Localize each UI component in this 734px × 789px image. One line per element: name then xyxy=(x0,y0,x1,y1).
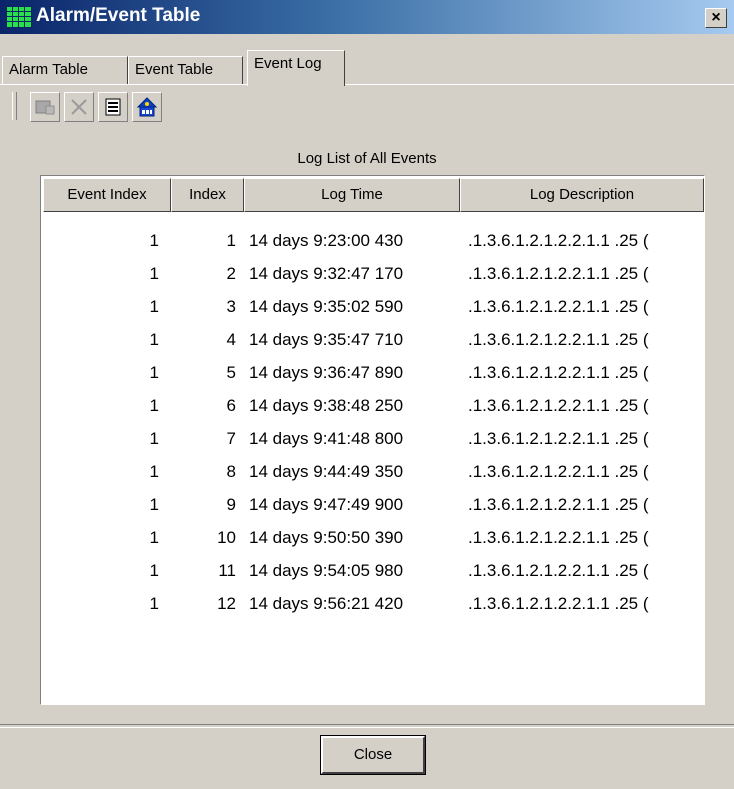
cell-event-index: 1 xyxy=(149,396,159,415)
cell-log-description: .1.3.6.1.2.1.2.2.1.1 .25 ( xyxy=(468,297,649,316)
table-row[interactable]: 1 2 14 days 9:32:47 170 .1.3.6.1.2.1.2.2.1.… xyxy=(43,257,704,290)
table-row[interactable]: 1 1 14 days 9:23:00 430 .1.3.6.1.2.1.2.2.1.… xyxy=(43,224,704,257)
cell-index: 4 xyxy=(226,330,236,349)
cell-index: 11 xyxy=(218,561,236,580)
cell-event-index: 1 xyxy=(149,363,159,382)
table-row[interactable]: 1 3 14 days 9:35:02 590 .1.3.6.1.2.1.2.2.1.… xyxy=(43,290,704,323)
cell-log-time: 14 days 9:44:49 350 xyxy=(249,462,404,481)
alarm-event-window: Alarm/Event Table × Alarm Table Event Ta… xyxy=(0,0,734,789)
column-header-log-description[interactable]: Log Description xyxy=(460,178,704,212)
table-row[interactable]: 1 4 14 days 9:35:47 710 .1.3.6.1.2.1.2.2.1.… xyxy=(43,323,704,356)
column-header-log-time[interactable]: Log Time xyxy=(244,178,460,212)
cell-log-time: 14 days 9:35:02 590 xyxy=(249,297,404,316)
table-row[interactable]: 1 10 14 days 9:50:50 390 .1.3.6.1.2.1.2.2.1… xyxy=(43,521,704,554)
close-icon: × xyxy=(711,9,721,26)
cell-log-description: .1.3.6.1.2.1.2.2.1.1 .25 ( xyxy=(468,561,649,580)
tab-event-table[interactable]: Event Table xyxy=(128,56,243,84)
cell-event-index: 1 xyxy=(149,429,159,448)
tab-label: Event Log xyxy=(254,55,322,72)
cell-event-index: 1 xyxy=(149,495,159,514)
cell-log-description: .1.3.6.1.2.1.2.2.1.1 .25 ( xyxy=(468,429,649,448)
close-button[interactable]: Close xyxy=(320,735,426,775)
cell-index: 1 xyxy=(226,231,236,250)
cell-index: 5 xyxy=(226,363,236,382)
cell-log-time: 14 days 9:56:21 420 xyxy=(249,594,404,613)
cell-log-description: .1.3.6.1.2.1.2.2.1.1 .25 ( xyxy=(468,363,649,382)
cell-event-index: 1 xyxy=(149,264,159,283)
cell-index: 10 xyxy=(217,528,236,547)
cell-log-time: 14 days 9:32:47 170 xyxy=(249,264,404,283)
cell-log-time: 14 days 9:36:47 890 xyxy=(249,363,404,382)
tab-label: Event Table xyxy=(135,61,214,78)
event-log-table: Event Index Index Log Time Log Descripti… xyxy=(40,175,705,705)
cell-log-description: .1.3.6.1.2.1.2.2.1.1 .25 ( xyxy=(468,264,649,283)
cell-event-index: 1 xyxy=(149,594,159,613)
window-title: Alarm/Event Table xyxy=(36,5,201,26)
tab-strip: Alarm Table Event Table Event Log xyxy=(0,34,734,86)
table-header: Event Index Index Log Time Log Descripti… xyxy=(43,178,704,212)
column-header-index[interactable]: Index xyxy=(171,178,244,212)
details-button[interactable] xyxy=(98,92,128,122)
edit-entry-icon xyxy=(35,100,55,115)
cell-log-time: 14 days 9:35:47 710 xyxy=(249,330,404,349)
cell-log-description: .1.3.6.1.2.1.2.2.1.1 .25 ( xyxy=(468,528,649,547)
cell-index: 3 xyxy=(226,297,236,316)
cell-event-index: 1 xyxy=(149,561,159,580)
cell-log-time: 14 days 9:54:05 980 xyxy=(249,561,404,580)
cell-log-time: 14 days 9:23:00 430 xyxy=(249,231,404,250)
details-list-icon xyxy=(105,98,121,116)
tab-panel-border xyxy=(0,84,734,85)
table-row[interactable]: 1 8 14 days 9:44:49 350 .1.3.6.1.2.1.2.2.1.… xyxy=(43,455,704,488)
cell-log-description: .1.3.6.1.2.1.2.2.1.1 .25 ( xyxy=(468,396,649,415)
cell-index: 8 xyxy=(226,462,236,481)
tab-label: Alarm Table xyxy=(9,61,88,78)
cell-log-time: 14 days 9:50:50 390 xyxy=(249,528,404,547)
cell-log-description: .1.3.6.1.2.1.2.2.1.1 .25 ( xyxy=(468,462,649,481)
close-window-button[interactable]: × xyxy=(705,8,727,28)
cell-log-time: 14 days 9:38:48 250 xyxy=(249,396,404,415)
cell-log-description: .1.3.6.1.2.1.2.2.1.1 .25 ( xyxy=(468,330,649,349)
cell-log-description: .1.3.6.1.2.1.2.2.1.1 .25 ( xyxy=(468,231,649,250)
log-list-title: Log List of All Events xyxy=(297,150,437,167)
cell-event-index: 1 xyxy=(149,528,159,547)
toolbar xyxy=(8,88,728,128)
delete-button[interactable] xyxy=(64,92,94,122)
table-row[interactable]: 1 9 14 days 9:47:49 900 .1.3.6.1.2.1.2.2.1.… xyxy=(43,488,704,521)
house-network-icon xyxy=(136,97,158,117)
title-bar[interactable]: Alarm/Event Table × xyxy=(0,0,734,34)
table-row[interactable]: 1 12 14 days 9:56:21 420 .1.3.6.1.2.1.2.2.1… xyxy=(43,587,704,620)
cell-log-description: .1.3.6.1.2.1.2.2.1.1 .25 ( xyxy=(468,594,649,613)
cell-log-time: 14 days 9:41:48 800 xyxy=(249,429,404,448)
cell-event-index: 1 xyxy=(149,297,159,316)
delete-x-icon xyxy=(71,99,87,115)
cell-index: 9 xyxy=(226,495,236,514)
cell-event-index: 1 xyxy=(149,462,159,481)
edit-entry-button[interactable] xyxy=(30,92,60,122)
cell-log-time: 14 days 9:47:49 900 xyxy=(249,495,404,514)
cell-event-index: 1 xyxy=(149,231,159,250)
table-row[interactable]: 1 5 14 days 9:36:47 890 .1.3.6.1.2.1.2.2.1.… xyxy=(43,356,704,389)
cell-index: 12 xyxy=(217,594,236,613)
footer-separator xyxy=(0,724,734,728)
table-row[interactable]: 1 6 14 days 9:38:48 250 .1.3.6.1.2.1.2.2.1.… xyxy=(43,389,704,422)
table-row[interactable]: 1 7 14 days 9:41:48 800 .1.3.6.1.2.1.2.2.1.… xyxy=(43,422,704,455)
network-home-button[interactable] xyxy=(132,92,162,122)
cell-index: 6 xyxy=(226,396,236,415)
table-row[interactable]: 1 11 14 days 9:54:05 980.1.3.6.1.2.1.2.2.1… xyxy=(43,554,704,587)
grid-app-icon xyxy=(6,6,32,28)
tab-alarm-table[interactable]: Alarm Table xyxy=(2,56,128,84)
cell-index: 2 xyxy=(226,264,236,283)
cell-index: 7 xyxy=(226,429,236,448)
cell-log-description: .1.3.6.1.2.1.2.2.1.1 .25 ( xyxy=(468,495,649,514)
column-header-event-index[interactable]: Event Index xyxy=(43,178,171,212)
tab-event-log[interactable]: Event Log xyxy=(247,50,345,86)
cell-event-index: 1 xyxy=(149,330,159,349)
toolbar-grip[interactable] xyxy=(12,92,17,120)
